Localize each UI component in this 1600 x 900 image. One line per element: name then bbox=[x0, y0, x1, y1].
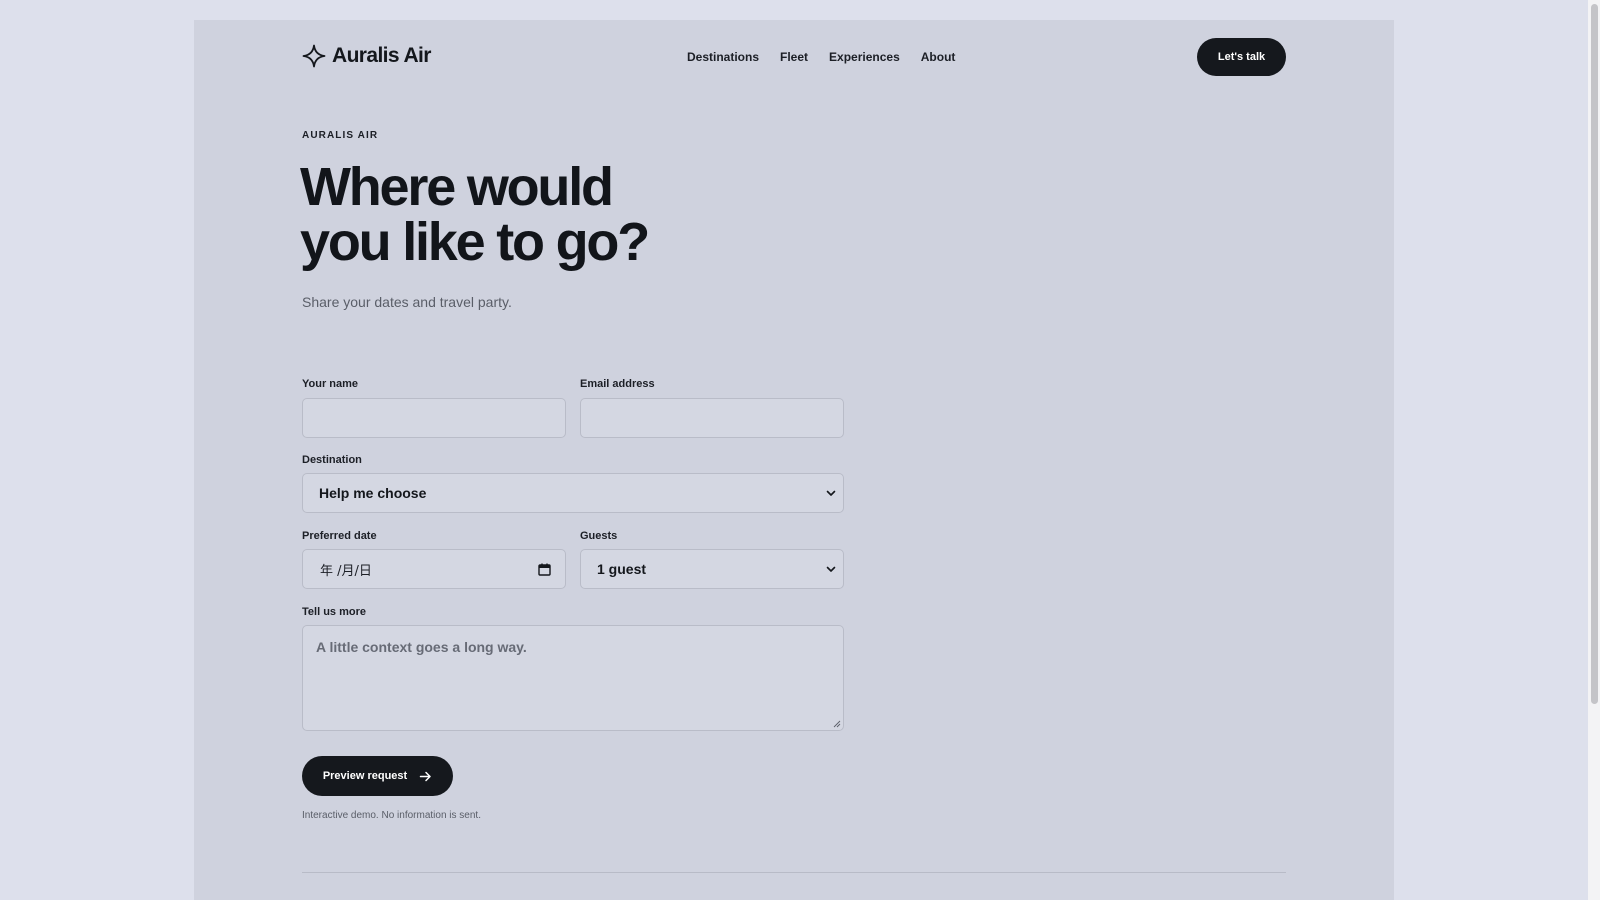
email-label: Email address bbox=[580, 378, 655, 390]
brand-name: Auralis Air bbox=[332, 44, 431, 67]
guests-selected-value: 1 guest bbox=[597, 561, 647, 577]
preview-request-label: Preview request bbox=[322, 770, 408, 782]
calendar-icon[interactable] bbox=[538, 563, 551, 576]
resize-grip-icon[interactable] bbox=[833, 720, 841, 728]
page-title-line-2: you like to go? bbox=[300, 212, 650, 272]
main-nav: Destinations Fleet Experiences About bbox=[687, 50, 955, 64]
footer-divider bbox=[302, 872, 1286, 873]
message-textarea[interactable] bbox=[302, 625, 844, 731]
name-input[interactable] bbox=[302, 398, 566, 438]
date-input[interactable]: 年 /月/日 bbox=[302, 549, 566, 589]
destination-selected-value: Help me choose bbox=[319, 485, 427, 501]
window-scrollbar-thumb[interactable] bbox=[1591, 4, 1598, 704]
date-label: Preferred date bbox=[302, 530, 377, 542]
page-title: Where would you like to go? bbox=[300, 160, 820, 270]
preview-request-button[interactable]: Preview request bbox=[302, 756, 453, 796]
nav-experiences[interactable]: Experiences bbox=[829, 50, 900, 64]
brand-logo[interactable]: Auralis Air bbox=[302, 44, 431, 68]
name-label: Your name bbox=[302, 378, 359, 390]
destination-label: Destination bbox=[302, 454, 362, 466]
eyebrow-label: AURALIS AIR bbox=[302, 130, 379, 141]
lets-talk-button[interactable]: Let's talk bbox=[1197, 38, 1286, 76]
page-subtitle: Share your dates and travel party. bbox=[302, 294, 512, 310]
destination-select[interactable]: Help me choose bbox=[302, 473, 844, 513]
nav-about[interactable]: About bbox=[921, 50, 956, 64]
chevron-down-icon bbox=[826, 490, 836, 496]
guests-select[interactable]: 1 guest bbox=[580, 549, 844, 589]
nav-fleet[interactable]: Fleet bbox=[780, 50, 808, 64]
arrow-right-icon bbox=[419, 771, 431, 781]
message-label: Tell us more bbox=[302, 606, 366, 618]
chevron-down-icon bbox=[826, 566, 836, 572]
page-panel: Auralis Air Destinations Fleet Experienc… bbox=[194, 20, 1394, 900]
date-value: 年 /月/日 bbox=[320, 563, 372, 579]
demo-disclaimer: Interactive demo. No information is sent… bbox=[302, 810, 481, 821]
guests-label: Guests bbox=[580, 530, 618, 542]
sparkle-star-icon bbox=[302, 44, 326, 68]
nav-destinations[interactable]: Destinations bbox=[687, 50, 759, 64]
page-title-line-1: Where would bbox=[300, 157, 614, 217]
email-input[interactable] bbox=[580, 398, 844, 438]
